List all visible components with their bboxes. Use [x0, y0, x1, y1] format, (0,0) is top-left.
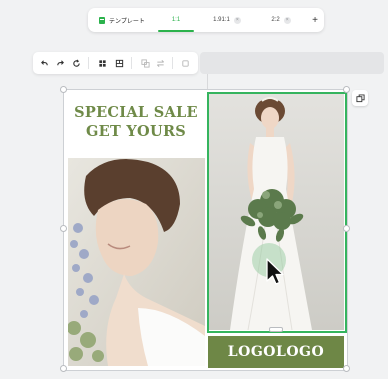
- lock-icon: [181, 59, 189, 67]
- copy-icon: [355, 93, 365, 102]
- plus-icon: +: [312, 14, 318, 26]
- photo-bride-bouquet[interactable]: [208, 93, 344, 330]
- toolbar-divider: [131, 57, 132, 69]
- layout-button[interactable]: [111, 52, 127, 74]
- resize-handle-bottom-left[interactable]: [60, 365, 67, 372]
- redo-button[interactable]: [52, 52, 68, 74]
- undo-icon: [40, 59, 48, 65]
- resize-handle-bottom[interactable]: [269, 327, 283, 332]
- resize-handle-top-right[interactable]: [343, 86, 350, 93]
- logo-text: LOGOLOGO: [227, 344, 325, 360]
- properties-bar: [200, 52, 384, 74]
- layout-icon: [115, 59, 123, 67]
- tab-ratio-1-91-1[interactable]: 1.91:1 ×: [198, 8, 256, 32]
- resize-handle-left[interactable]: [60, 225, 67, 232]
- photo-woman-flowers[interactable]: [68, 158, 205, 366]
- grid-icon: [98, 59, 106, 67]
- resize-handle-right[interactable]: [343, 225, 350, 232]
- ungroup-icon: [140, 58, 150, 68]
- tab-ratio-2-2[interactable]: 2:2 ×: [256, 8, 306, 32]
- ratio-tab-bar: テンプレート 1:1 1.91:1 × 2:2 × +: [88, 8, 324, 32]
- tab-ratio-label: 1.91:1: [213, 17, 230, 23]
- swap-button[interactable]: [152, 52, 168, 74]
- tab-ratio-label: 1:1: [171, 17, 181, 23]
- photo-image: [208, 93, 344, 330]
- resize-handle-bottom-right[interactable]: [343, 365, 350, 372]
- headline-line-2: GET YOURS: [85, 123, 187, 140]
- logo-banner[interactable]: LOGOLOGO: [208, 336, 344, 368]
- refresh-icon: [72, 59, 80, 67]
- template-icon: [99, 16, 105, 24]
- headline-line-1: SPECIAL SALE: [74, 104, 198, 121]
- tab-ratio-1-1[interactable]: 1:1: [154, 8, 198, 32]
- tab-ratio-label: 2:2: [271, 17, 280, 23]
- edit-toolbar: [33, 52, 198, 74]
- tab-template-label: テンプレート: [109, 18, 145, 25]
- redo-icon: [56, 59, 64, 65]
- undo-button[interactable]: [36, 52, 52, 74]
- close-icon[interactable]: ×: [283, 16, 291, 24]
- resize-handle-top-left[interactable]: [60, 86, 67, 93]
- close-icon[interactable]: ×: [233, 16, 241, 24]
- mouse-pointer-icon: [266, 258, 284, 285]
- tab-template[interactable]: テンプレート: [88, 8, 154, 32]
- lock-button[interactable]: [177, 52, 193, 74]
- photo-image: [68, 158, 205, 366]
- ungroup-button[interactable]: [137, 52, 153, 74]
- add-tab-button[interactable]: +: [306, 8, 324, 32]
- toolbar-divider: [172, 57, 173, 69]
- headline-text[interactable]: SPECIAL SALE GET YOURS: [68, 103, 204, 141]
- swap-icon: [156, 59, 164, 67]
- duplicate-page-button[interactable]: [352, 90, 368, 106]
- refresh-button[interactable]: [68, 52, 84, 74]
- toolbar-divider: [88, 57, 89, 69]
- grid-button[interactable]: [94, 52, 110, 74]
